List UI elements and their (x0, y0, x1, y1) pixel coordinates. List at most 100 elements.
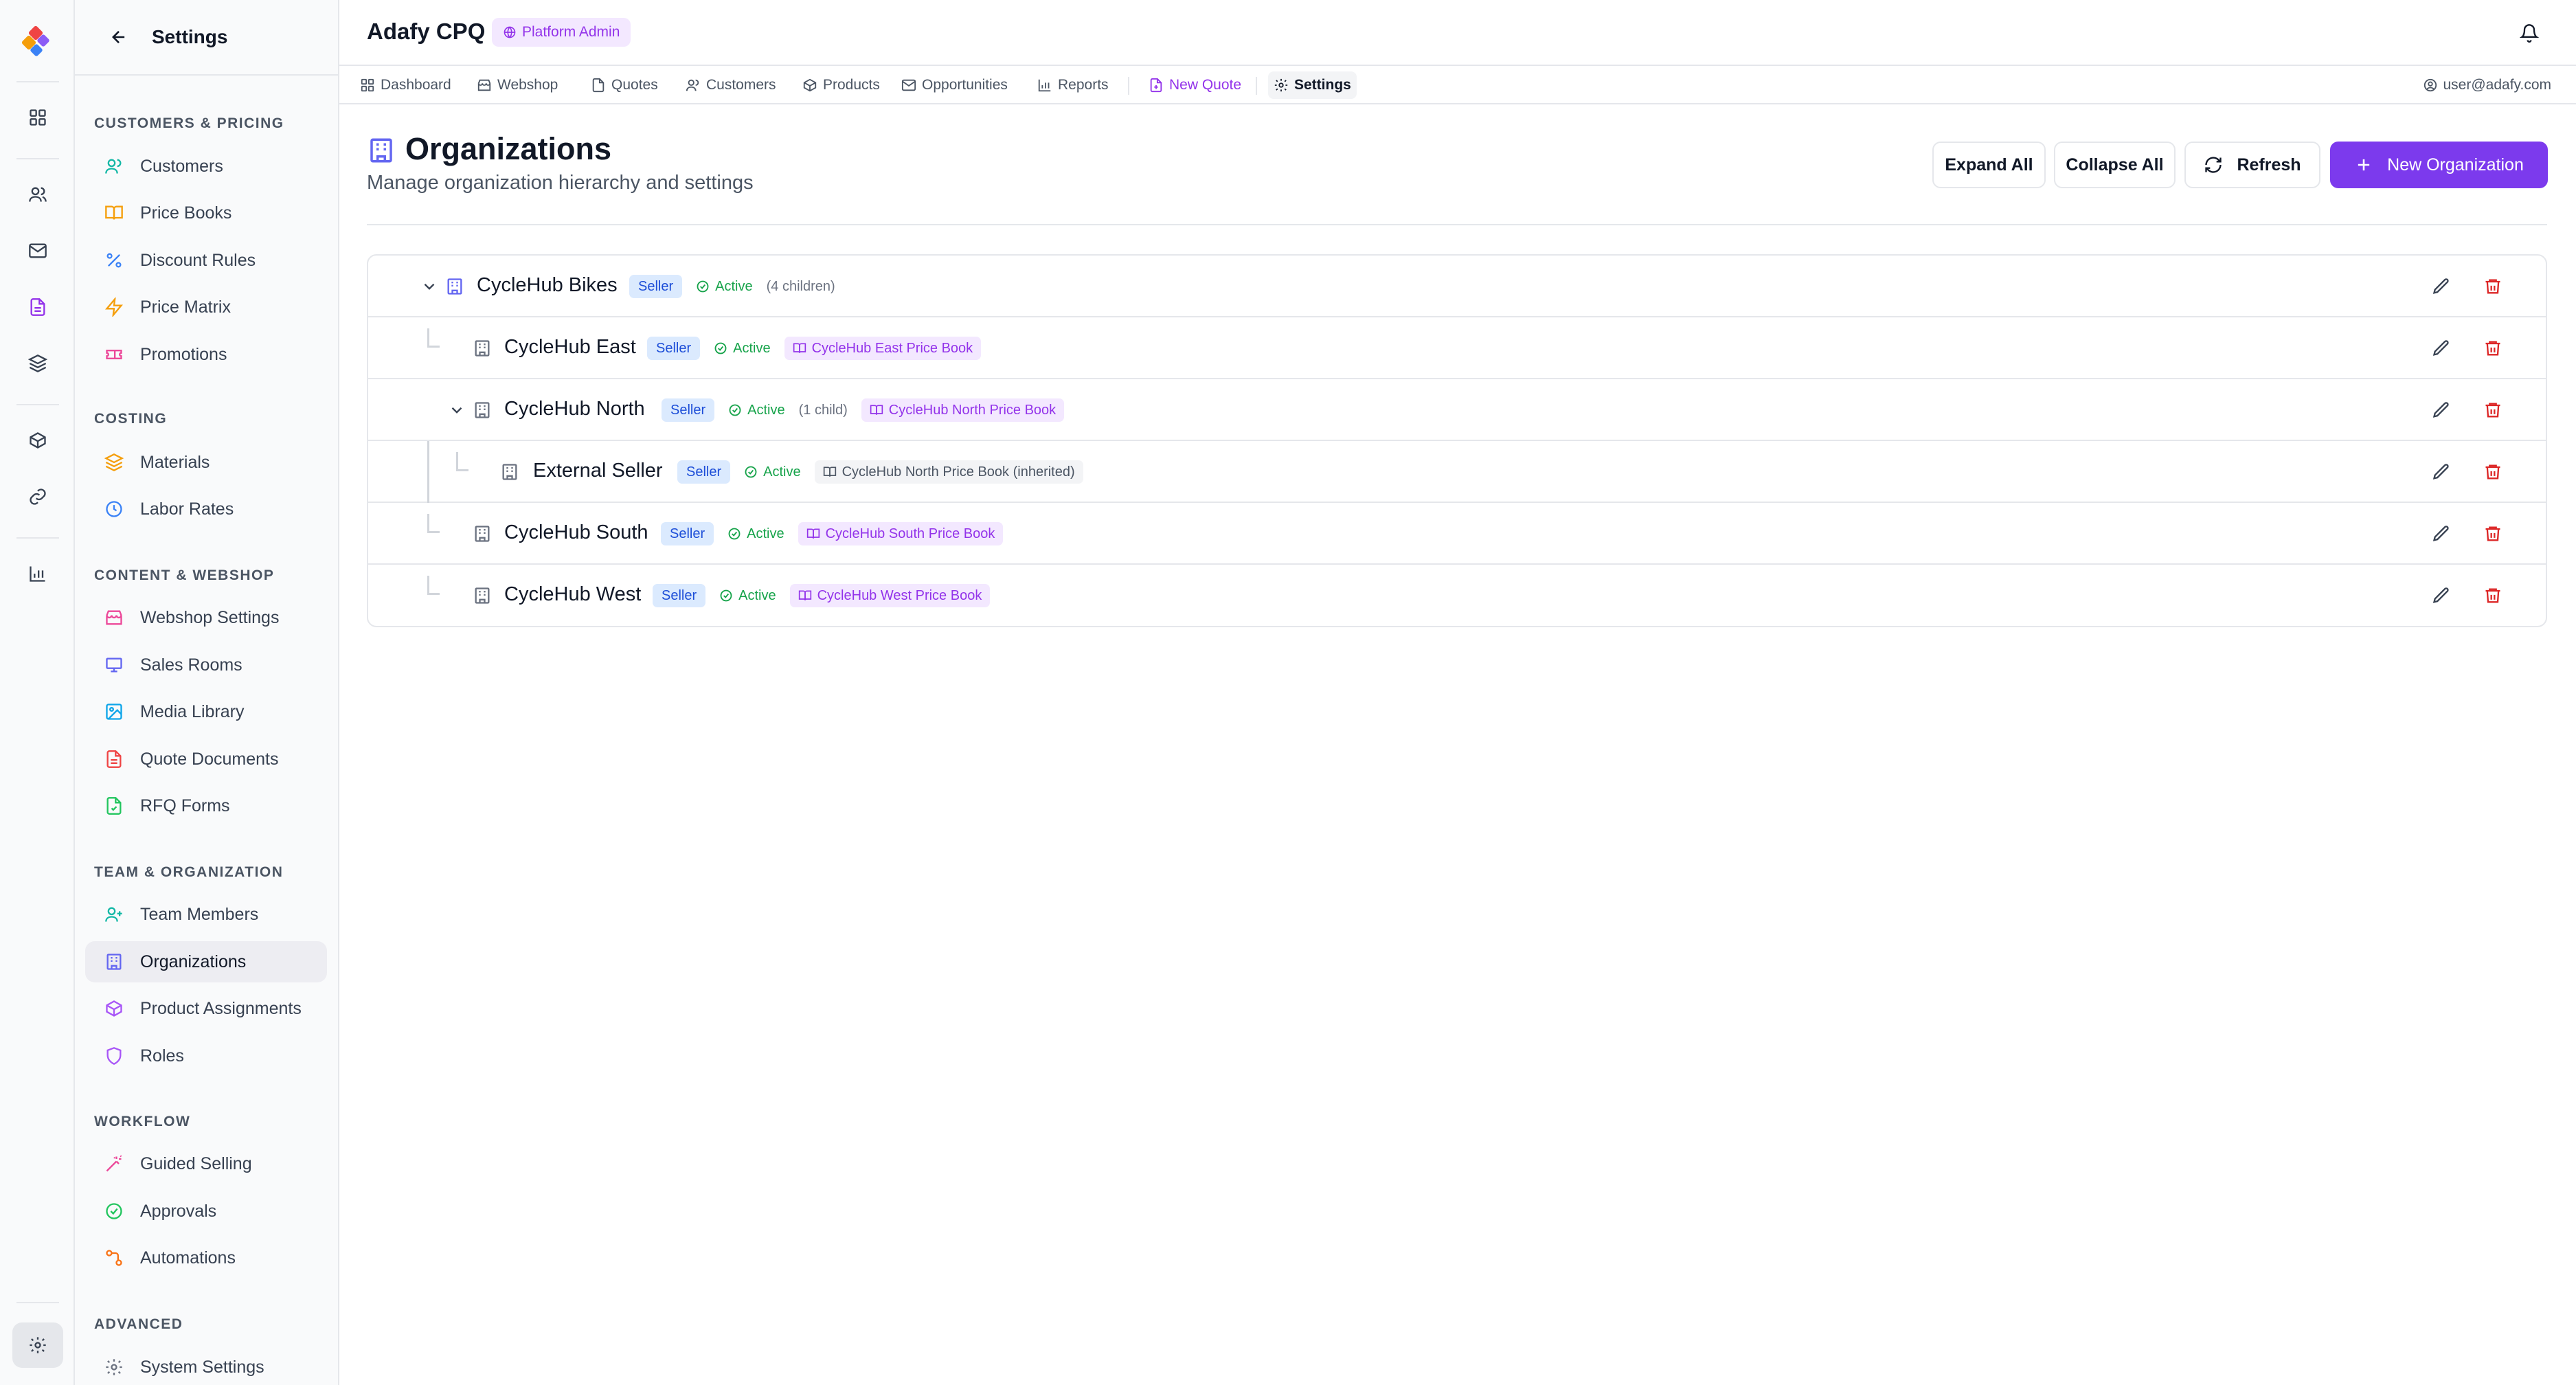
delete-trash-icon[interactable] (2481, 522, 2505, 545)
sidebar-item-quote-documents[interactable]: Quote Documents (85, 739, 327, 780)
tree-row[interactable]: CycleHub East Seller Active CycleHub Eas… (368, 317, 2546, 379)
price-book-badge: CycleHub West Price Book (789, 584, 991, 607)
sidebar-item-price-books[interactable]: Price Books (85, 192, 327, 234)
package-icon (106, 1000, 122, 1017)
sidebar-item-labor-rates[interactable]: Labor Rates (85, 488, 327, 530)
magic-wand-icon (106, 1155, 122, 1172)
sidebar-item-discount-rules[interactable]: Discount Rules (85, 240, 327, 281)
sidebar-item-automations[interactable]: Automations (85, 1237, 327, 1279)
bar-chart-icon[interactable] (21, 556, 55, 591)
edit-pencil-icon[interactable] (2430, 398, 2453, 422)
delete-trash-icon[interactable] (2481, 275, 2505, 298)
sidebar-item-label: Quote Documents (140, 749, 279, 769)
sidebar-item-label: Price Books (140, 203, 232, 223)
chevron-down-icon[interactable] (448, 401, 466, 419)
section-content-webshop: CONTENT & WEBSHOP (94, 567, 275, 583)
presentation-icon (106, 657, 122, 673)
sidebar-item-roles[interactable]: Roles (85, 1035, 327, 1077)
layers-icon[interactable] (21, 346, 55, 381)
sidebar-item-webshop-settings[interactable]: Webshop Settings (85, 597, 327, 638)
main-nav: Dashboard Webshop Quotes Customers Produ… (339, 66, 2576, 104)
sidebar-item-rfq-forms[interactable]: RFQ Forms (85, 785, 327, 826)
expand-all-button[interactable]: Expand All (1932, 142, 2046, 188)
top-bar: Adafy CPQ Platform Admin (339, 0, 2576, 66)
package-icon[interactable] (21, 423, 55, 458)
rail-divider (16, 1302, 59, 1303)
status-badge: Active (719, 588, 776, 604)
building-icon (370, 138, 392, 163)
edit-pencil-icon[interactable] (2430, 275, 2453, 298)
users-icon (105, 159, 122, 174)
sidebar-item-guided-selling[interactable]: Guided Selling (85, 1143, 327, 1184)
tree-row[interactable]: CycleHub South Seller Active CycleHub So… (368, 503, 2546, 565)
tree-connector (427, 576, 440, 595)
tree-row[interactable]: CycleHub Bikes Seller Active (4 children… (368, 256, 2546, 317)
sidebar-item-team-members[interactable]: Team Members (85, 894, 327, 935)
edit-pencil-icon[interactable] (2430, 337, 2453, 360)
bell-icon[interactable] (2516, 19, 2543, 47)
app-root: Settings CUSTOMERS & PRICING Customers P… (0, 0, 2576, 1385)
type-badge: Seller (653, 584, 706, 607)
percent-icon (106, 253, 122, 268)
delete-trash-icon[interactable] (2481, 584, 2505, 607)
collapse-all-button[interactable]: Collapse All (2054, 142, 2176, 188)
nav-dashboard[interactable]: Dashboard (354, 71, 457, 99)
building-icon (502, 464, 517, 480)
nav-products[interactable]: Products (797, 71, 885, 99)
nav-reports[interactable]: Reports (1032, 71, 1114, 99)
link-icon[interactable] (21, 480, 55, 514)
file-text-icon (592, 78, 605, 93)
sidebar-item-materials[interactable]: Materials (85, 442, 327, 483)
price-book-label: CycleHub North Price Book (888, 402, 1057, 418)
sidebar-item-sales-rooms[interactable]: Sales Rooms (85, 644, 327, 686)
store-icon (477, 79, 491, 91)
sidebar-item-promotions[interactable]: Promotions (85, 334, 327, 375)
sidebar-item-organizations[interactable]: Organizations (85, 941, 327, 982)
delete-trash-icon[interactable] (2481, 398, 2505, 422)
document-icon[interactable] (21, 290, 55, 324)
file-text-icon (106, 750, 122, 768)
nav-opportunities[interactable]: Opportunities (896, 71, 1013, 99)
nav-settings[interactable]: Settings (1268, 71, 1357, 99)
sidebar-item-customers[interactable]: Customers (85, 146, 327, 187)
nav-webshop[interactable]: Webshop (471, 71, 563, 99)
settings-gear-icon[interactable] (12, 1322, 63, 1368)
check-circle-icon (106, 1203, 122, 1219)
page-subtitle: Manage organization hierarchy and settin… (367, 172, 754, 194)
sidebar-item-media-library[interactable]: Media Library (85, 691, 327, 732)
sidebar-item-label: Automations (140, 1248, 236, 1268)
new-organization-label: New Organization (2387, 155, 2524, 174)
sidebar-item-system-settings[interactable]: System Settings (85, 1347, 327, 1385)
book-icon (798, 590, 811, 600)
dashboard-icon[interactable] (21, 100, 55, 135)
chevron-down-icon[interactable] (420, 278, 438, 295)
nav-new-quote[interactable]: New Quote (1143, 71, 1247, 99)
delete-trash-icon[interactable] (2481, 337, 2505, 360)
tree-row[interactable]: CycleHub North Seller Active (1 child) C… (368, 379, 2546, 441)
tree-row[interactable]: External Seller Seller Active CycleHub N… (368, 441, 2546, 503)
nav-quotes[interactable]: Quotes (585, 71, 664, 99)
app-logo[interactable] (21, 25, 55, 59)
organization-tree: CycleHub Bikes Seller Active (4 children… (367, 254, 2547, 627)
user-menu[interactable]: user@adafy.com (2423, 71, 2551, 99)
org-meta: Seller Active CycleHub North Price Book … (677, 460, 1083, 484)
edit-pencil-icon[interactable] (2430, 522, 2453, 545)
edit-pencil-icon[interactable] (2430, 584, 2453, 607)
users-icon[interactable] (21, 177, 55, 212)
bar-chart-icon (1038, 79, 1051, 92)
tree-row[interactable]: CycleHub West Seller Active CycleHub Wes… (368, 565, 2546, 626)
sidebar-item-approvals[interactable]: Approvals (85, 1191, 327, 1232)
refresh-button[interactable]: Refresh (2184, 142, 2320, 188)
org-name: External Seller (533, 460, 663, 482)
status-label: Active (747, 402, 785, 418)
edit-pencil-icon[interactable] (2430, 460, 2453, 484)
back-arrow-icon[interactable] (102, 21, 135, 54)
new-organization-button[interactable]: New Organization (2330, 142, 2548, 188)
building-icon (475, 587, 490, 604)
nav-customers[interactable]: Customers (680, 71, 782, 99)
section-customers-pricing: CUSTOMERS & PRICING (94, 115, 284, 131)
mail-icon[interactable] (21, 234, 55, 268)
delete-trash-icon[interactable] (2481, 460, 2505, 484)
sidebar-item-product-assignments[interactable]: Product Assignments (85, 988, 327, 1029)
sidebar-item-price-matrix[interactable]: Price Matrix (85, 286, 327, 328)
